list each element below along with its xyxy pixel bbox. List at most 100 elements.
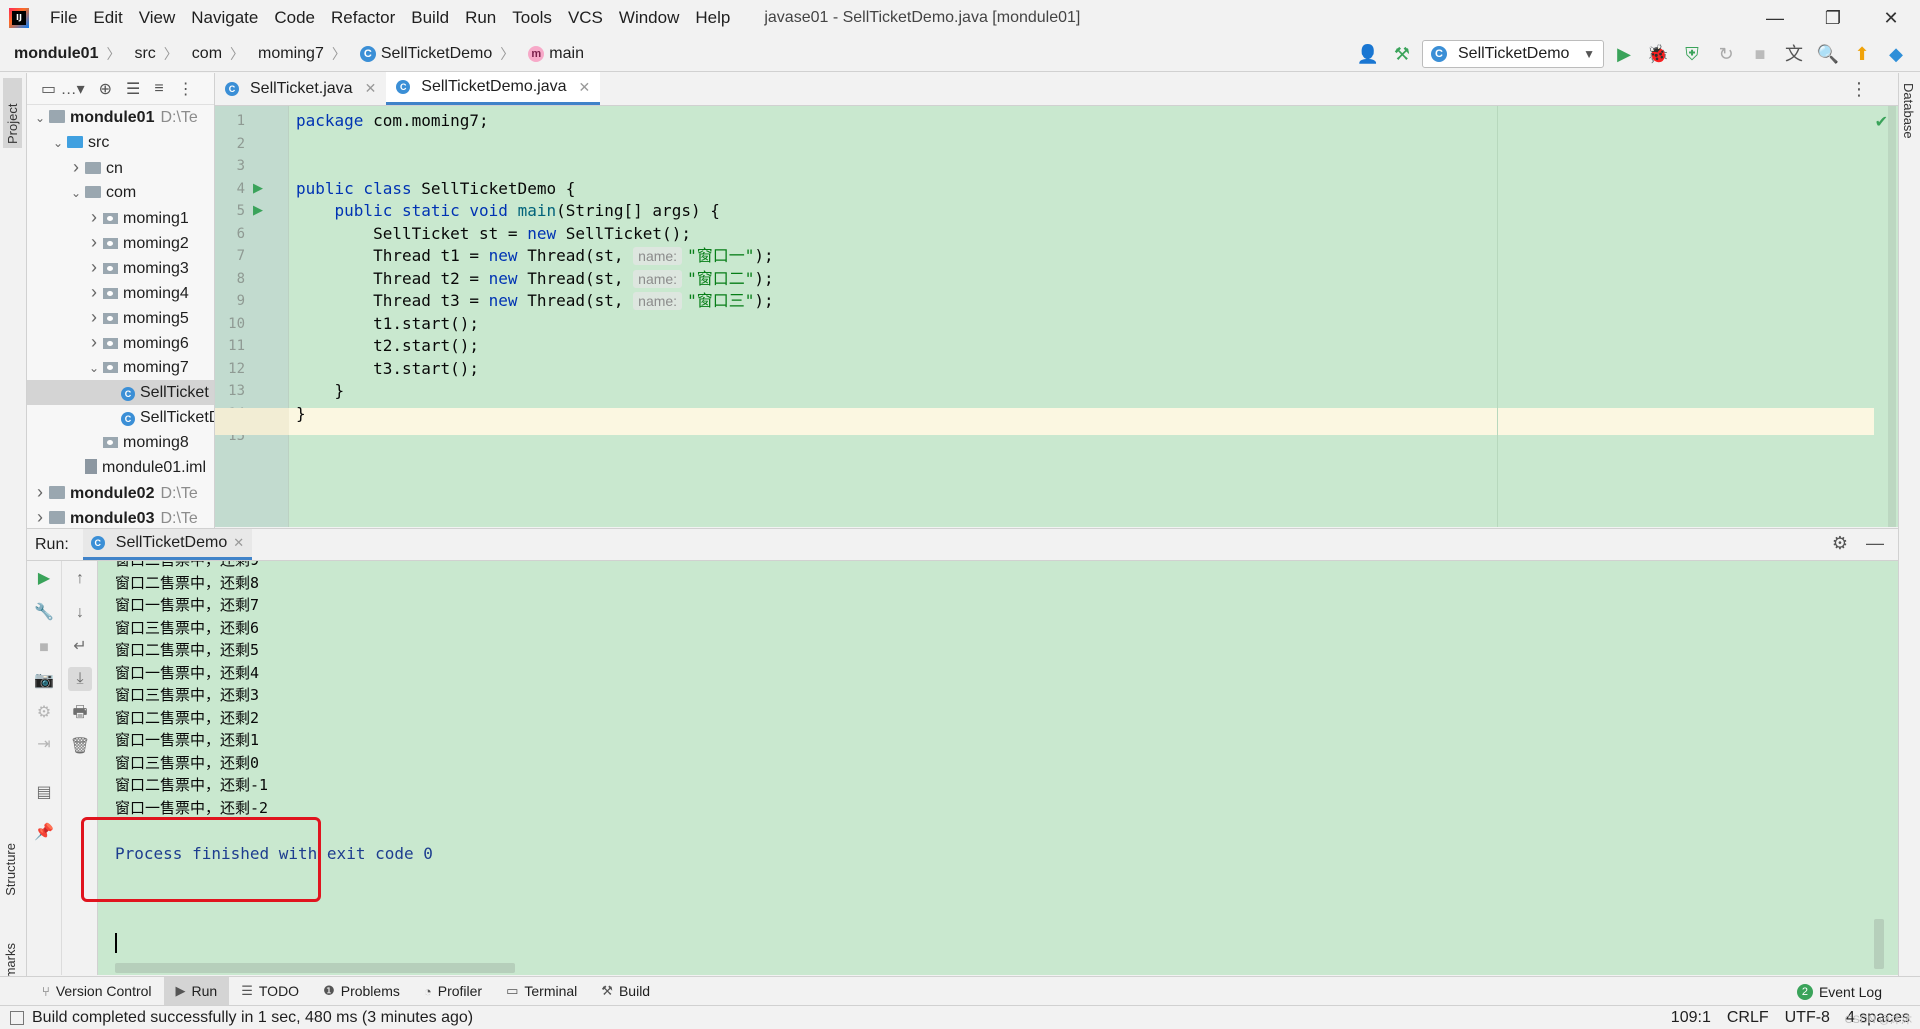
translate-icon[interactable]: 文: [1780, 40, 1808, 68]
chevron-down-icon[interactable]: ⌄: [85, 356, 103, 381]
scroll-to-end-icon[interactable]: ⤓: [68, 667, 92, 691]
tree-item[interactable]: ⌄ src: [27, 130, 214, 155]
project-tool-tab[interactable]: Project: [3, 78, 22, 148]
settings-gear-icon[interactable]: ⚙: [1832, 533, 1848, 554]
chevron-right-icon[interactable]: ›: [85, 230, 103, 255]
tree-item[interactable]: › moming4: [27, 280, 214, 305]
gutter-run-icon[interactable]: ▶: [253, 180, 263, 196]
bottom-tab-profiler[interactable]: ◔ Profiler: [412, 977, 494, 1006]
breadcrumb-method[interactable]: m main: [514, 45, 584, 63]
tree-item[interactable]: › moming3: [27, 255, 214, 280]
tree-item[interactable]: ⌄ mondule01 D:\Te: [27, 105, 214, 130]
breadcrumb-com[interactable]: com 〉: [178, 44, 244, 64]
bottom-tab-terminal[interactable]: ▭ Terminal: [494, 977, 589, 1006]
chevron-down-icon[interactable]: ⌄: [31, 106, 49, 131]
tree-item[interactable]: › moming5: [27, 305, 214, 330]
breadcrumb-class[interactable]: C SellTicketDemo 〉: [346, 44, 514, 64]
search-icon[interactable]: 🔍: [1814, 40, 1842, 68]
bottom-tab-build[interactable]: ⚒ Build: [589, 977, 662, 1006]
database-tool-tab[interactable]: Database: [1901, 83, 1916, 139]
bottom-tab-version-control[interactable]: ⑂ Version Control: [30, 977, 164, 1006]
debug-icon[interactable]: 🐞: [1644, 40, 1672, 68]
more-options-icon[interactable]: ⋮: [1850, 79, 1868, 100]
hide-panel-icon[interactable]: —: [1866, 533, 1884, 554]
pin-icon[interactable]: 📌: [32, 821, 56, 845]
bottom-tab-run[interactable]: ▶ Run: [163, 976, 230, 1006]
menu-help[interactable]: Help: [687, 0, 738, 36]
menu-refactor[interactable]: Refactor: [323, 0, 403, 36]
chevron-right-icon[interactable]: ›: [85, 305, 103, 330]
chevron-right-icon[interactable]: ›: [85, 330, 103, 355]
console-horizontal-scrollbar[interactable]: [115, 963, 515, 973]
options-icon[interactable]: ⋮: [178, 79, 194, 99]
menu-view[interactable]: View: [131, 0, 184, 36]
debug-off-icon[interactable]: ⚙: [32, 701, 56, 725]
chevron-right-icon[interactable]: ›: [85, 280, 103, 305]
layout-icon[interactable]: ▤: [32, 781, 56, 805]
menu-file[interactable]: File: [42, 0, 85, 36]
locate-icon[interactable]: ⊕: [99, 79, 112, 99]
run-tab-sellticketdemo[interactable]: C SellTicketDemo ✕: [82, 529, 253, 560]
bottom-tab-problems[interactable]: ❶ Problems: [311, 977, 412, 1006]
tree-item[interactable]: › moming1: [27, 205, 214, 230]
inspection-ok-icon[interactable]: ✔: [1875, 112, 1888, 132]
close-window-icon[interactable]: ✕: [1862, 0, 1920, 36]
close-tab-icon[interactable]: ✕: [233, 535, 244, 551]
close-tab-icon[interactable]: ✕: [365, 80, 377, 97]
tree-item[interactable]: ⌄ moming7: [27, 355, 214, 380]
status-message[interactable]: Build completed successfully in 1 sec, 4…: [32, 1009, 473, 1027]
chevron-right-icon[interactable]: ›: [31, 505, 49, 528]
menu-build[interactable]: Build: [403, 0, 457, 36]
run-icon[interactable]: ▶: [1610, 40, 1638, 68]
tab-sellticket[interactable]: C SellTicket.java ✕: [215, 72, 386, 105]
stop-icon[interactable]: ■: [1746, 40, 1774, 68]
chevron-right-icon[interactable]: ›: [31, 480, 49, 505]
editor-scrollbar[interactable]: [1888, 106, 1896, 527]
run-console[interactable]: 窗口二售票中，还剩9窗口二售票中，还剩8窗口一售票中，还剩7窗口三售票中，还剩6…: [98, 561, 1898, 975]
stop-icon[interactable]: ■: [32, 636, 56, 660]
chevron-right-icon[interactable]: ›: [85, 255, 103, 280]
tree-item[interactable]: › mondule03 D:\Te: [27, 505, 214, 528]
profile-icon[interactable]: ↻: [1712, 40, 1740, 68]
restore-icon[interactable]: ❐: [1804, 0, 1862, 36]
chevron-down-icon[interactable]: ⌄: [49, 131, 67, 156]
print-icon[interactable]: 🖶: [68, 701, 92, 725]
menu-tools[interactable]: Tools: [504, 0, 560, 36]
structure-tool-tab[interactable]: Structure: [3, 843, 18, 896]
menu-edit[interactable]: Edit: [85, 0, 130, 36]
collapse-all-icon[interactable]: ≡: [154, 80, 163, 98]
console-vertical-scrollbar[interactable]: [1874, 919, 1884, 969]
menu-code[interactable]: Code: [266, 0, 323, 36]
toggle-tool-windows-icon[interactable]: [10, 1010, 24, 1025]
menu-navigate[interactable]: Navigate: [183, 0, 266, 36]
menu-window[interactable]: Window: [611, 0, 687, 36]
tree-item[interactable]: moming8: [27, 430, 214, 455]
plugin-icon[interactable]: ◆: [1882, 40, 1910, 68]
breadcrumb-src[interactable]: src 〉: [120, 44, 177, 64]
code-editor[interactable]: 123456789101112131415▶▶ package com.momi…: [215, 106, 1898, 527]
bottom-tab-todo[interactable]: ☰ TODO: [229, 977, 311, 1006]
project-view-icon[interactable]: ▭ …▾: [41, 79, 85, 99]
tree-item[interactable]: mondule01.iml: [27, 455, 214, 480]
tree-item[interactable]: ⌄ com: [27, 180, 214, 205]
trash-icon[interactable]: 🗑: [68, 735, 92, 759]
chevron-right-icon[interactable]: ›: [67, 155, 85, 180]
breadcrumb-module[interactable]: mondule01 〉: [0, 44, 120, 64]
soft-wrap-icon[interactable]: ↵: [68, 635, 92, 659]
build-hammer-icon[interactable]: ⚒: [1388, 40, 1416, 68]
arrow-up-icon[interactable]: ↑: [68, 567, 92, 591]
tree-item[interactable]: › moming2: [27, 230, 214, 255]
gutter-run-icon[interactable]: ▶: [253, 202, 263, 218]
file-encoding[interactable]: UTF-8: [1785, 1009, 1830, 1027]
coverage-icon[interactable]: ⛨: [1678, 40, 1706, 68]
camera-icon[interactable]: 📷: [32, 669, 56, 693]
event-log-button[interactable]: 2 Event Log: [1796, 977, 1882, 1006]
chevron-down-icon[interactable]: ⌄: [67, 181, 85, 206]
arrow-down-icon[interactable]: ↓: [68, 601, 92, 625]
edit-config-wrench-icon[interactable]: 🔧: [32, 601, 56, 625]
update-icon[interactable]: ⬆: [1848, 40, 1876, 68]
tab-sellticketdemo[interactable]: C SellTicketDemo.java ✕: [386, 72, 601, 105]
tree-item[interactable]: C SellTicket: [27, 380, 214, 405]
user-icon[interactable]: 👤: [1354, 40, 1382, 68]
run-configuration-select[interactable]: C SellTicketDemo ▼: [1422, 40, 1604, 68]
